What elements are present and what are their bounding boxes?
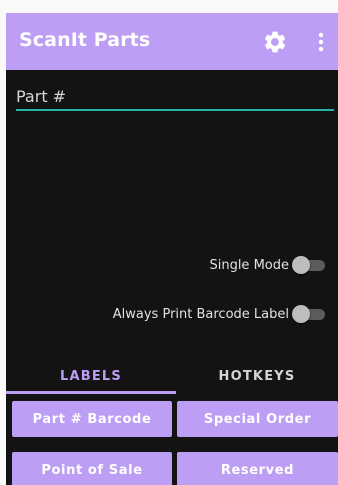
part-number-input[interactable]	[16, 83, 334, 109]
app-title: ScanIt Parts	[19, 29, 151, 51]
app-screen: ScanIt Parts Single Mode Always Print Ba…	[6, 13, 338, 485]
switch-thumb	[292, 256, 310, 274]
always-print-label: Always Print Barcode Label	[112, 306, 289, 322]
tab-labels[interactable]: LABELS	[6, 358, 176, 394]
single-mode-row: Single Mode	[209, 255, 326, 275]
always-print-row: Always Print Barcode Label	[113, 304, 326, 324]
switch-thumb	[292, 305, 310, 323]
single-mode-label: Single Mode	[209, 257, 289, 273]
more-options-button[interactable]	[310, 29, 332, 55]
settings-button[interactable]	[262, 29, 288, 55]
app-bar: ScanIt Parts	[6, 13, 338, 70]
more-vert-icon	[318, 32, 324, 52]
reserved-button[interactable]: Reserved	[177, 452, 338, 485]
point-of-sale-button[interactable]: Point of Sale	[12, 452, 172, 485]
tab-indicator	[6, 391, 176, 394]
special-order-button[interactable]: Special Order	[177, 401, 338, 437]
tab-hotkeys[interactable]: HOTKEYS	[176, 358, 338, 394]
gear-icon	[264, 31, 286, 53]
part-number-underline	[16, 109, 334, 111]
part-barcode-button[interactable]: Part # Barcode	[12, 401, 172, 437]
always-print-switch[interactable]	[292, 304, 326, 324]
single-mode-switch[interactable]	[292, 255, 326, 275]
